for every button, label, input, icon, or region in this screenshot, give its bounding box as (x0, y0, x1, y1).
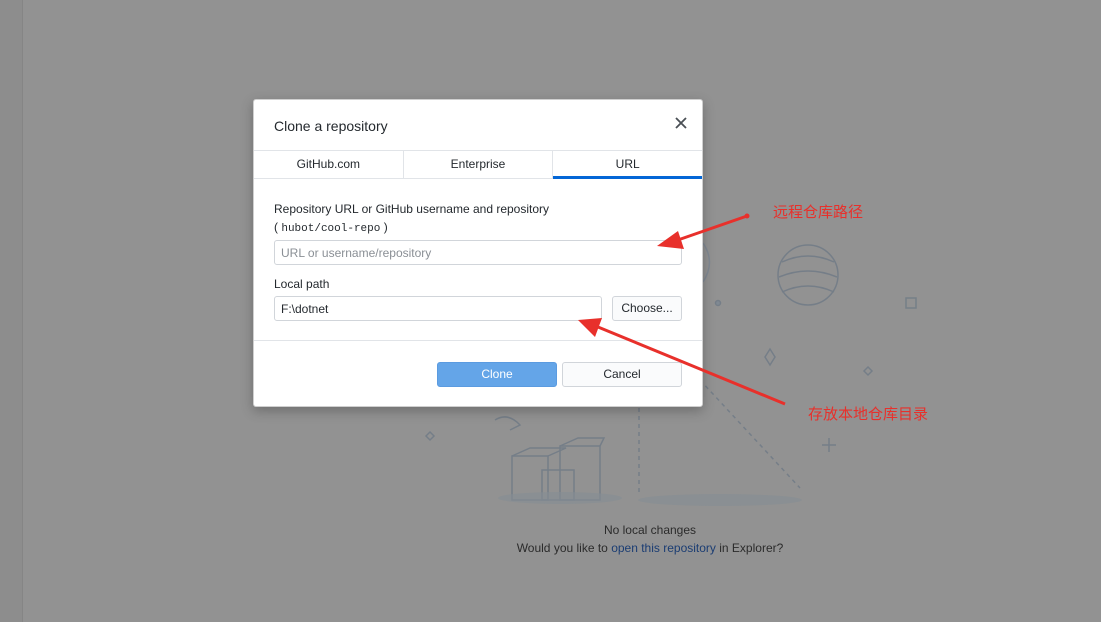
tab-github-com[interactable]: GitHub.com (254, 151, 404, 178)
open-repository-link[interactable]: open this repository (611, 541, 716, 555)
tab-url[interactable]: URL (553, 151, 702, 179)
clone-source-tabs: GitHub.com Enterprise URL (254, 150, 702, 179)
choose-button[interactable]: Choose... (612, 296, 682, 321)
close-icon (675, 117, 687, 129)
no-local-changes-text: No local changes (603, 523, 697, 537)
local-path-input[interactable] (274, 296, 602, 321)
cancel-button[interactable]: Cancel (562, 362, 682, 387)
local-directory-annotation: 存放本地仓库目录 (808, 405, 929, 423)
hint-open-paren: ( (274, 220, 278, 234)
remote-path-annotation: 远程仓库路径 (773, 203, 864, 221)
dialog-title: Clone a repository (274, 118, 388, 134)
repository-format-hint: ( hubot/cool-repo ) (274, 220, 388, 235)
open-repo-prompt: Would you like to open this repository i… (440, 541, 860, 555)
repository-url-input[interactable] (274, 240, 682, 265)
local-path-label: Local path (274, 277, 330, 291)
tab-enterprise[interactable]: Enterprise (404, 151, 554, 178)
close-button[interactable] (672, 114, 690, 132)
open-repo-prompt-prefix: Would you like to (516, 541, 612, 555)
open-repo-prompt-suffix: in Explorer? (715, 541, 784, 555)
hint-example-code: hubot/cool-repo (281, 223, 381, 235)
hint-close-paren: ) (383, 220, 388, 234)
dialog-footer-divider (254, 340, 702, 341)
clone-button[interactable]: Clone (437, 362, 557, 387)
repository-url-label: Repository URL or GitHub username and re… (274, 202, 550, 216)
clone-repository-dialog: Clone a repository GitHub.com Enterprise… (253, 99, 703, 407)
